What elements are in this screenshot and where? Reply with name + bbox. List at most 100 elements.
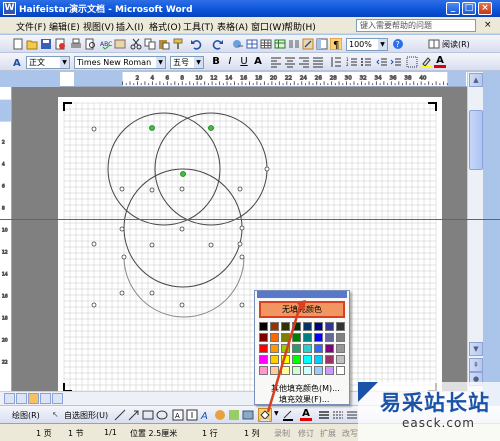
- color-swatch[interactable]: [292, 344, 301, 353]
- horizontal-ruler[interactable]: 2 4 6 8 10 12 14 16 18 20 22 24 26 28 30 32 34 36 38 40: [60, 72, 480, 87]
- highlight-icon[interactable]: [420, 56, 432, 68]
- color-swatch[interactable]: [292, 322, 301, 331]
- color-swatch[interactable]: [292, 355, 301, 364]
- previous-page-icon[interactable]: ⇞: [469, 358, 483, 372]
- select-objects-icon[interactable]: ↖: [52, 410, 59, 419]
- color-swatch[interactable]: [303, 322, 312, 331]
- dash-style-icon[interactable]: [332, 409, 344, 421]
- color-swatch[interactable]: [281, 333, 290, 342]
- insert-excel-icon[interactable]: [274, 38, 286, 50]
- color-swatch[interactable]: [325, 322, 334, 331]
- chevron-down-icon[interactable]: ▼: [378, 39, 387, 50]
- word-app-icon[interactable]: W: [3, 2, 16, 15]
- document-page[interactable]: [58, 97, 442, 391]
- outline-view-icon[interactable]: [40, 393, 51, 404]
- color-swatch[interactable]: [314, 322, 323, 331]
- more-colors-item[interactable]: 其他填充颜色(M)...: [259, 383, 347, 394]
- columns-icon[interactable]: [288, 38, 300, 50]
- document-close-icon[interactable]: ×: [484, 20, 492, 30]
- chevron-down-icon[interactable]: ▼: [60, 57, 69, 68]
- insert-table-icon[interactable]: [260, 38, 272, 50]
- menu-tools[interactable]: 工具(T): [183, 20, 214, 33]
- color-swatch[interactable]: [325, 333, 334, 342]
- new-document-icon[interactable]: [12, 38, 24, 50]
- insert-picture-icon[interactable]: [242, 409, 254, 421]
- arrow-style-icon[interactable]: [346, 409, 358, 421]
- color-swatch[interactable]: [336, 344, 345, 353]
- menu-file[interactable]: 文件(F): [16, 20, 46, 33]
- color-swatch[interactable]: [314, 366, 323, 375]
- align-left-icon[interactable]: [270, 56, 282, 68]
- color-swatch[interactable]: [325, 344, 334, 353]
- permission-icon[interactable]: [54, 38, 66, 50]
- document-map-icon[interactable]: [316, 38, 328, 50]
- align-center-icon[interactable]: [284, 56, 296, 68]
- spelling-icon[interactable]: ABC: [100, 38, 112, 50]
- vertical-scrollbar[interactable]: ▲ ▼ ⇞ ●: [467, 72, 483, 391]
- color-swatch[interactable]: [270, 333, 279, 342]
- print-preview-icon[interactable]: [84, 38, 96, 50]
- draw-menu-button[interactable]: 绘图(R): [12, 410, 40, 421]
- help-icon[interactable]: ?: [392, 38, 404, 50]
- color-swatch[interactable]: [281, 344, 290, 353]
- color-swatch[interactable]: [259, 366, 268, 375]
- copy-icon[interactable]: [144, 38, 156, 50]
- color-swatch[interactable]: [292, 333, 301, 342]
- print-icon[interactable]: [70, 38, 82, 50]
- oval-icon[interactable]: [156, 409, 168, 421]
- bullets-icon[interactable]: [360, 56, 372, 68]
- color-swatch[interactable]: [314, 355, 323, 364]
- italic-button[interactable]: I: [224, 56, 236, 68]
- color-swatch[interactable]: [314, 344, 323, 353]
- arrow-icon[interactable]: [128, 409, 140, 421]
- chevron-down-icon[interactable]: ▼: [274, 410, 279, 417]
- color-swatch[interactable]: [314, 333, 323, 342]
- format-painter-icon[interactable]: [172, 38, 184, 50]
- chevron-down-icon[interactable]: ▼: [194, 57, 203, 68]
- clip-art-icon[interactable]: [228, 409, 240, 421]
- border-icon[interactable]: [406, 56, 418, 68]
- color-swatch[interactable]: [292, 366, 301, 375]
- maximize-button[interactable]: □: [462, 2, 476, 15]
- wordart-icon[interactable]: A: [200, 409, 212, 421]
- normal-view-icon[interactable]: [4, 393, 15, 404]
- color-swatch[interactable]: [259, 355, 268, 364]
- rectangle-icon[interactable]: [142, 409, 154, 421]
- fill-effects-item[interactable]: 填充效果(F)...: [259, 394, 347, 405]
- document-area[interactable]: [12, 87, 467, 391]
- color-swatch[interactable]: [325, 366, 334, 375]
- color-swatch[interactable]: [303, 333, 312, 342]
- menu-edit[interactable]: 编辑(E): [49, 20, 80, 33]
- save-icon[interactable]: [40, 38, 52, 50]
- numbering-icon[interactable]: 12: [346, 56, 358, 68]
- color-swatch[interactable]: [270, 355, 279, 364]
- diagram-icon[interactable]: [214, 409, 226, 421]
- color-swatch[interactable]: [325, 355, 334, 364]
- reading-mode-button[interactable]: 阅读(R): [442, 39, 470, 50]
- close-window-button[interactable]: ×: [478, 2, 492, 15]
- menu-view[interactable]: 视图(V): [83, 20, 114, 33]
- drawing-icon[interactable]: [302, 38, 314, 50]
- vertical-ruler[interactable]: 2 4 6 8 10 12 14 16 18 20 22: [0, 87, 12, 391]
- font-select[interactable]: Times New Roman ▼: [74, 56, 166, 69]
- underline-button[interactable]: U: [238, 56, 250, 68]
- status-rec[interactable]: 录制: [274, 428, 290, 439]
- color-swatch[interactable]: [336, 366, 345, 375]
- color-swatch[interactable]: [303, 344, 312, 353]
- vertical-text-box-icon[interactable]: [186, 409, 198, 421]
- color-swatch[interactable]: [270, 322, 279, 331]
- font-color-button[interactable]: A: [434, 56, 446, 68]
- popup-drag-bar[interactable]: [257, 291, 347, 298]
- scroll-up-icon[interactable]: ▲: [469, 73, 483, 87]
- status-ext[interactable]: 扩展: [320, 428, 336, 439]
- draw-font-color-icon[interactable]: A: [300, 409, 312, 421]
- font-size-select[interactable]: 五号 ▼: [170, 56, 204, 69]
- color-swatch[interactable]: [270, 344, 279, 353]
- color-swatch[interactable]: [281, 322, 290, 331]
- reading-layout-icon[interactable]: [428, 38, 440, 50]
- color-swatch[interactable]: [281, 366, 290, 375]
- web-view-icon[interactable]: [16, 393, 27, 404]
- chevron-down-icon[interactable]: ▼: [156, 57, 165, 68]
- undo-icon[interactable]: [190, 38, 202, 50]
- color-swatch[interactable]: [281, 355, 290, 364]
